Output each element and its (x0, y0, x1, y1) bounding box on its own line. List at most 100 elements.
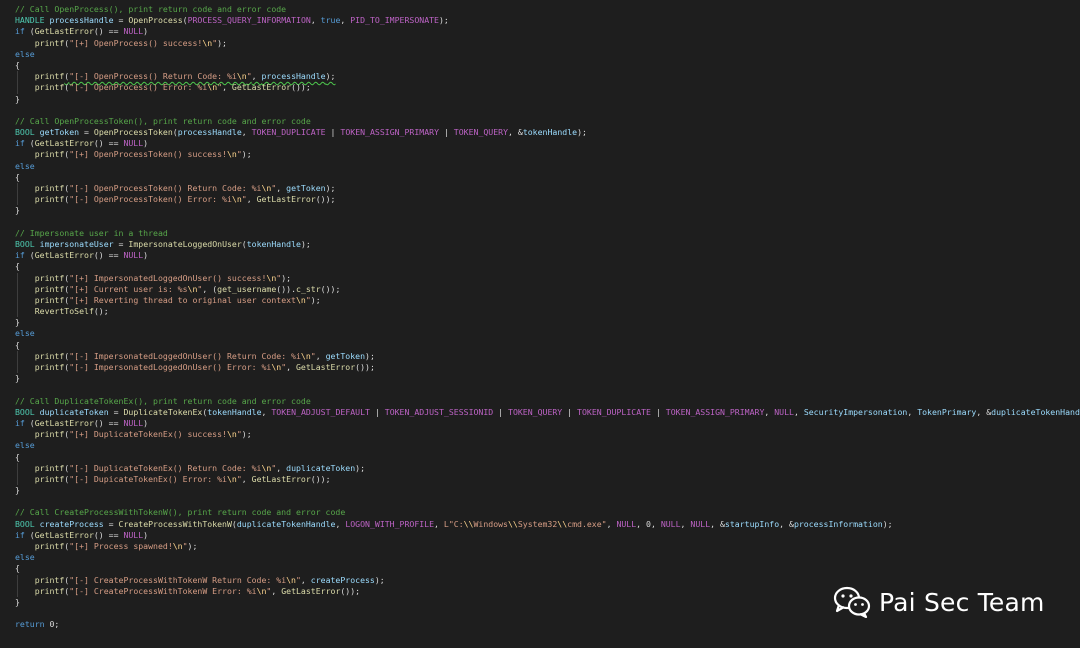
code-token: tokenHandle (207, 406, 262, 417)
code-token: impersonateUser (39, 238, 114, 249)
code-token: GetLastError (34, 138, 94, 149)
code-token: PROCESS_QUERY_INFORMATION (187, 15, 311, 26)
code-token: ); (438, 15, 449, 26)
code-token: , (606, 518, 617, 529)
code-token: printf (34, 149, 65, 160)
code-token: , (680, 518, 691, 529)
indent-guide (17, 362, 18, 374)
code-token: ImpersonateLoggedOnUser (128, 238, 242, 249)
code-token: TOKEN_ASSIGN_PRIMARY (665, 406, 765, 417)
code-token: , (261, 406, 272, 417)
code-token: HANDLE (15, 15, 45, 26)
code-token: , (793, 406, 804, 417)
code-token: | (651, 406, 666, 417)
code-token: GetLastError (256, 194, 316, 205)
code-token: printf (34, 283, 65, 294)
code-token: // Impersonate user in a thread (15, 227, 168, 238)
code-token: GetLastError (34, 417, 94, 428)
code-token: , (222, 82, 232, 93)
code-token: , ( (202, 283, 218, 294)
code-token: ) (143, 529, 149, 540)
code-token: createProcess (39, 518, 104, 529)
code-line: } (15, 485, 1075, 496)
code-token: else (15, 440, 35, 451)
code-token: "[+] OpenProcess() success! (69, 37, 203, 48)
code-token: BOOL (15, 406, 35, 417)
code-token: = (113, 238, 129, 249)
code-line: { (15, 563, 1075, 574)
code-token: ); (281, 272, 292, 283)
code-line: printf("[+] DuplicateTokenEx() success!\… (15, 429, 1075, 440)
code-token: NULL (123, 529, 144, 540)
code-token: "[-] CreateProcessWithTokenW Return Code… (69, 574, 287, 585)
code-line: } (15, 373, 1075, 384)
code-token: printf (34, 350, 65, 361)
code-token: () == (93, 250, 124, 261)
code-token: = (79, 127, 94, 138)
code-token: else (15, 328, 35, 339)
code-token: , (276, 462, 287, 473)
code-token: \n (226, 473, 237, 484)
code-token: TOKEN_QUERY (508, 406, 563, 417)
code-token: printf (34, 272, 65, 283)
code-token: NULL (123, 250, 144, 261)
code-token: duplicateTokenHandle (236, 518, 336, 529)
code-token: // Call CreateProcessWithTokenW(), print… (15, 507, 346, 518)
code-token: } (15, 485, 20, 496)
code-line: if (GetLastError() == NULL) (15, 250, 1075, 261)
code-token: System32 (517, 518, 558, 529)
code-line: { (15, 261, 1075, 272)
code-token: { (15, 339, 20, 350)
code-token: duplicateToken (286, 462, 356, 473)
code-token: , (907, 406, 918, 417)
code-line: { (15, 60, 1075, 71)
code-token: if (15, 138, 25, 149)
code-token: \\ (463, 518, 474, 529)
code-token: TOKEN_QUERY (453, 127, 509, 138)
code-token: , (335, 518, 346, 529)
code-token: \n (261, 462, 272, 473)
code-token: duplicateTokenHandle (991, 406, 1080, 417)
indent-guide (17, 183, 18, 195)
code-token: if (15, 529, 25, 540)
code-token: \n (256, 585, 267, 596)
code-line: BOOL duplicateToken = DuplicateTokenEx(t… (15, 406, 1080, 418)
code-line: BOOL createProcess = CreateProcessWithTo… (15, 519, 1075, 530)
code-token: , & (710, 518, 725, 529)
code-line: } (15, 205, 1075, 216)
code-token: { (15, 59, 20, 70)
code-token: NULL (123, 138, 144, 149)
code-token: , (764, 406, 775, 417)
indent-guide (17, 71, 18, 83)
code-token: ); (217, 37, 227, 48)
code-line: else (15, 49, 1075, 60)
code-token: GetLastError (34, 250, 94, 261)
code-line: printf("[-] DupicateTokenEx() Error: %i\… (15, 473, 1075, 486)
code-token: | (439, 127, 454, 138)
code-token: \n (266, 272, 277, 283)
code-token: } (15, 93, 20, 104)
code-token: \n (231, 194, 242, 205)
code-token: } (15, 205, 20, 216)
code-line: printf("[-] OpenProcess() Error: %i\n", … (15, 82, 1075, 94)
code-token: CreateProcessWithTokenW (118, 518, 232, 529)
code-token: NULL (690, 518, 711, 529)
code-token: , (300, 574, 311, 585)
code-token: () == (93, 417, 124, 428)
code-token: printf (34, 473, 65, 484)
code-token: processHandle (261, 71, 326, 82)
code-token: createProcess (310, 574, 375, 585)
code-token: "[-] CreateProcessWithTokenW Error: %i (69, 585, 257, 596)
code-token: () == (93, 138, 124, 149)
code-token: GetLastError (34, 26, 94, 37)
code-token: ) (143, 250, 149, 261)
code-token: ( (24, 138, 35, 149)
code-editor[interactable]: // Call OpenProcess(), print return code… (15, 4, 1080, 631)
code-line: return 0; (15, 619, 1075, 630)
code-token: printf (34, 37, 65, 48)
